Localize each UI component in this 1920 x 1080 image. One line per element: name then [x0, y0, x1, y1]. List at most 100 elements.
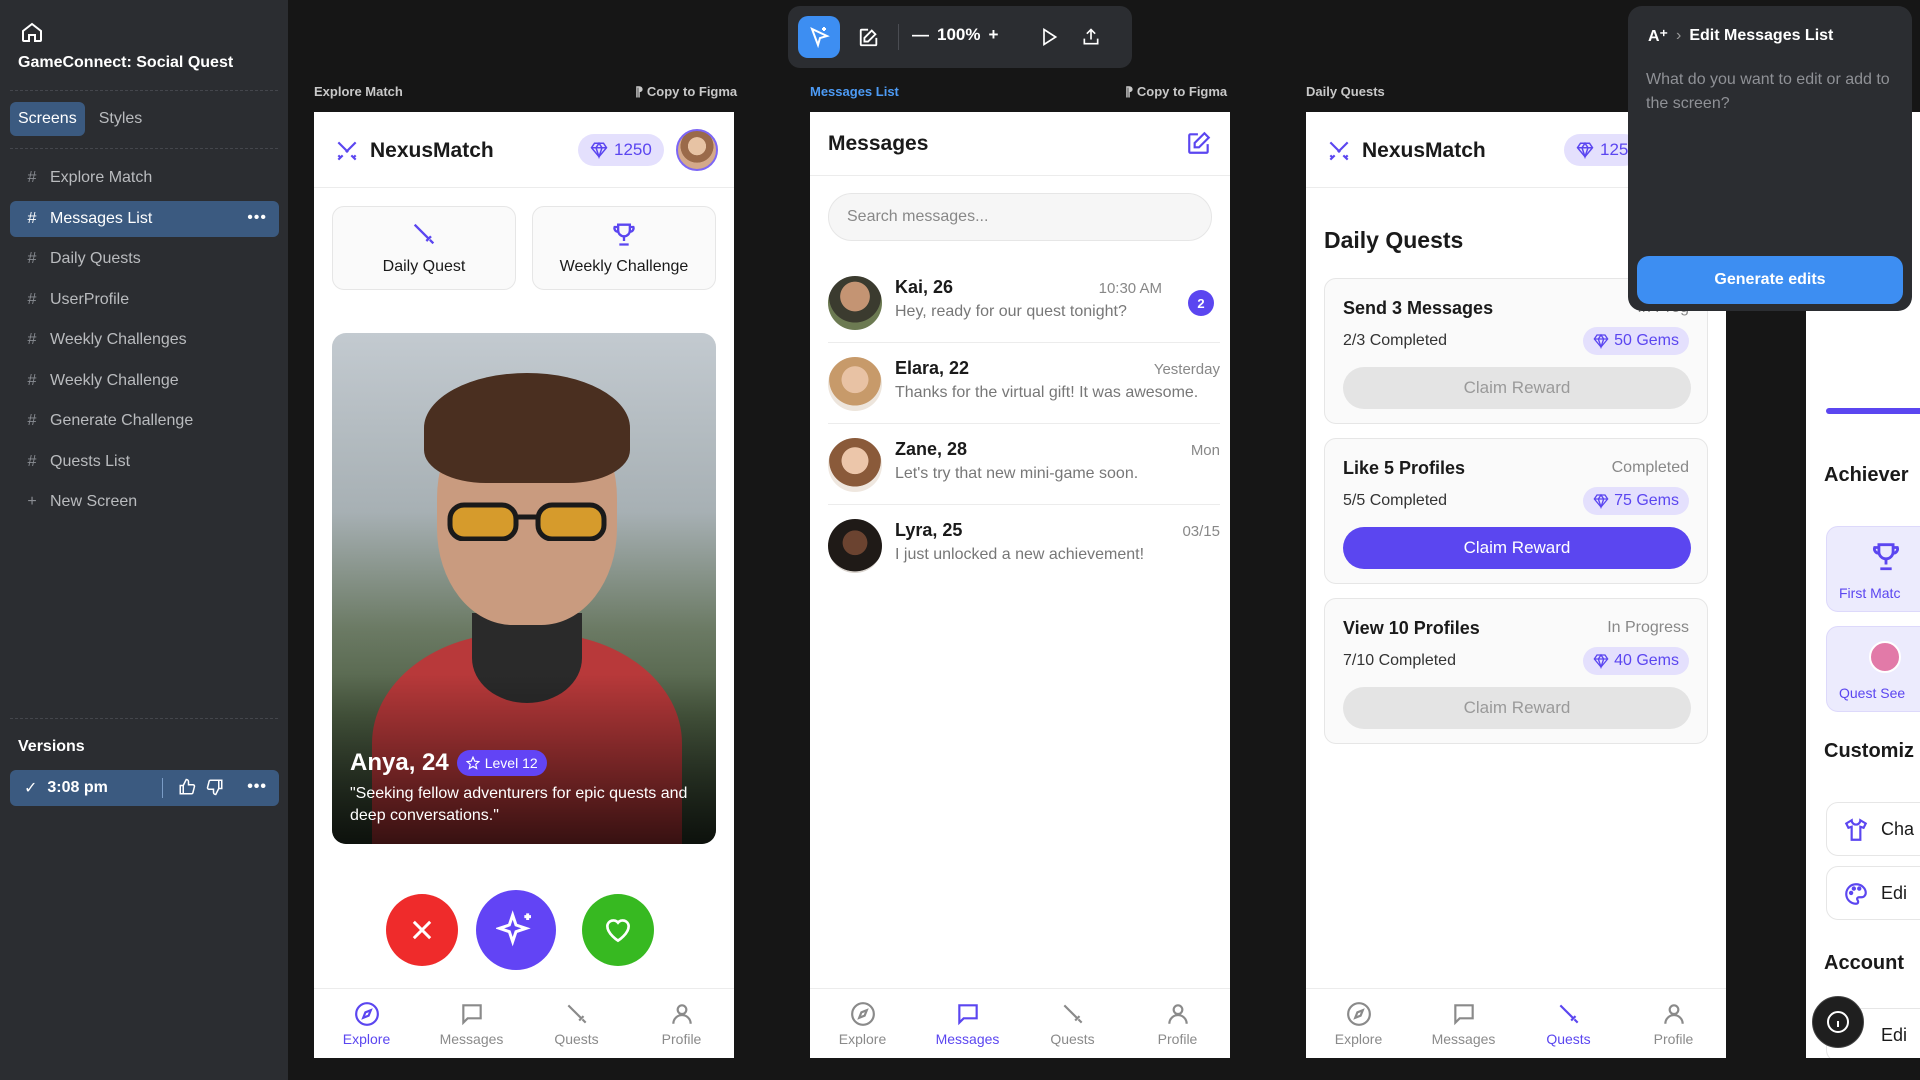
- crossed-swords-icon: [337, 141, 357, 161]
- customize-row[interactable]: Edi: [1826, 866, 1920, 920]
- screen-item-label: Weekly Challenges: [50, 331, 187, 348]
- daily-quest-button[interactable]: Daily Quest: [332, 206, 516, 290]
- versions-heading: Versions: [18, 738, 85, 755]
- generate-edits-button[interactable]: Generate edits: [1637, 256, 1903, 304]
- reward-label: 75 Gems: [1614, 492, 1679, 509]
- brand-name: NexusMatch: [1362, 139, 1486, 162]
- chat-time: 03/15: [1182, 523, 1220, 540]
- pass-button[interactable]: [386, 894, 458, 966]
- row-label: Edi: [1881, 1025, 1908, 1045]
- trophy-icon: [613, 223, 635, 246]
- zoom-out-icon[interactable]: —: [912, 25, 929, 45]
- screen-item-daily-quests[interactable]: # Daily Quests: [10, 241, 279, 277]
- claim-reward-button[interactable]: Claim Reward: [1343, 527, 1691, 569]
- chat-row[interactable]: Kai, 26 Hey, ready for our quest tonight…: [828, 262, 1220, 343]
- screen-item-weekly-challenges[interactable]: # Weekly Challenges: [10, 322, 279, 358]
- export-button[interactable]: [1070, 16, 1112, 58]
- frame-label-explore[interactable]: Explore Match: [314, 84, 403, 99]
- version-time: 3:08 pm: [47, 779, 108, 796]
- ai-select-button[interactable]: [798, 16, 840, 58]
- tab-messages[interactable]: Messages: [419, 989, 524, 1058]
- sword-icon: [567, 1004, 586, 1024]
- frame-label-quests[interactable]: Daily Quests: [1306, 84, 1385, 99]
- profile-name: Anya, 24: [350, 749, 449, 776]
- chat-name: Lyra, 25: [895, 520, 963, 540]
- copy-to-figma-button[interactable]: ⁋ Copy to Figma: [1125, 84, 1227, 100]
- edit-screen-button[interactable]: [848, 16, 890, 58]
- frame-icon: #: [27, 371, 37, 389]
- tab-messages[interactable]: Messages: [1411, 989, 1516, 1058]
- zoom-in-icon[interactable]: +: [988, 25, 998, 45]
- profile-bio: "Seeking fellow adventurers for epic que…: [350, 785, 688, 824]
- chat-row[interactable]: Elara, 22 Thanks for the virtual gift! I…: [828, 343, 1220, 424]
- quest-status: In Progress: [1607, 619, 1689, 636]
- customize-row[interactable]: Cha: [1826, 802, 1920, 856]
- weekly-challenge-button[interactable]: Weekly Challenge: [532, 206, 716, 290]
- super-like-button[interactable]: [476, 890, 556, 970]
- screen-item-userprofile[interactable]: # UserProfile: [10, 282, 279, 318]
- play-button[interactable]: [1028, 16, 1070, 58]
- tab-profile[interactable]: Profile: [1621, 989, 1726, 1058]
- claim-reward-button[interactable]: Claim Reward: [1343, 687, 1691, 729]
- chat-row[interactable]: Zane, 28 Let's try that new mini-game so…: [828, 424, 1220, 505]
- frame-icon: #: [27, 331, 37, 348]
- search-input[interactable]: [828, 193, 1212, 241]
- tab-quests[interactable]: Quests: [1020, 989, 1125, 1058]
- compass-icon: [1346, 1002, 1371, 1026]
- profile-card[interactable]: Anya, 24 Level 12 "Seeking fellow advent…: [332, 333, 716, 844]
- info-button[interactable]: [1812, 996, 1864, 1048]
- more-options-icon[interactable]: •••: [247, 778, 267, 796]
- chat-row[interactable]: Lyra, 25 I just unlocked a new achieveme…: [828, 505, 1220, 586]
- tab-screens[interactable]: Screens: [10, 102, 85, 136]
- tab-styles[interactable]: Styles: [91, 102, 151, 136]
- tab-quests[interactable]: Quests: [524, 989, 629, 1058]
- profile-name-row: Anya, 24 Level 12: [350, 749, 547, 777]
- copy-to-figma-button[interactable]: ⁋ Copy to Figma: [635, 84, 737, 100]
- screen-item-generate-challenge[interactable]: # Generate Challenge: [10, 403, 279, 439]
- gem-balance[interactable]: 1250: [578, 134, 664, 166]
- like-button[interactable]: [582, 894, 654, 966]
- quest-title: Send 3 Messages: [1343, 298, 1494, 318]
- tab-explore[interactable]: Explore: [810, 989, 915, 1058]
- tab-quests[interactable]: Quests: [1516, 989, 1621, 1058]
- avatar[interactable]: [676, 129, 718, 171]
- zoom-control: — 100% +: [912, 25, 998, 45]
- zoom-level: 100%: [937, 25, 981, 44]
- daily-quest-label: Daily Quest: [382, 258, 466, 275]
- new-screen-button[interactable]: + New Screen: [10, 484, 279, 520]
- check-icon: ✓: [24, 780, 38, 797]
- avatar: [828, 438, 882, 492]
- screen-item-explore-match[interactable]: # Explore Match: [10, 160, 279, 196]
- screen-item-messages-list[interactable]: # Messages List •••: [10, 200, 279, 237]
- brand: NexusMatch: [1326, 138, 1486, 164]
- screen-item-quests-list[interactable]: # Quests List: [10, 444, 279, 480]
- home-icon[interactable]: [20, 20, 44, 44]
- achievement-tile[interactable]: First Matc: [1826, 526, 1920, 612]
- bottom-tab-bar: Explore Messages Quests Profile: [1306, 988, 1726, 1058]
- chat-name: Kai, 26: [895, 277, 954, 297]
- achievement-tile[interactable]: Quest See: [1826, 626, 1920, 712]
- more-options-icon[interactable]: •••: [247, 209, 267, 227]
- divider: [162, 778, 163, 798]
- thumbs-up-icon[interactable]: [178, 778, 196, 796]
- divider: [10, 718, 278, 719]
- quest-title: Like 5 Profiles: [1343, 458, 1466, 478]
- tab-explore[interactable]: Explore: [1306, 989, 1411, 1058]
- tab-label: Profile: [1157, 1031, 1198, 1047]
- tab-explore[interactable]: Explore: [314, 989, 419, 1058]
- tab-profile[interactable]: Profile: [1125, 989, 1230, 1058]
- tab-messages[interactable]: Messages: [915, 989, 1020, 1058]
- gem-icon: [1593, 493, 1609, 509]
- edit-prompt-input[interactable]: [1646, 68, 1896, 248]
- chat-name: Elara, 22: [895, 358, 970, 378]
- claim-reward-button[interactable]: Claim Reward: [1343, 367, 1691, 409]
- version-item[interactable]: ✓ 3:08 pm •••: [10, 770, 279, 806]
- screen-item-weekly-challenge[interactable]: # Weekly Challenge: [10, 363, 279, 399]
- compose-icon[interactable]: [1186, 130, 1212, 156]
- screen-item-label: Daily Quests: [50, 250, 141, 267]
- chat-time: Mon: [1190, 442, 1220, 459]
- tab-profile[interactable]: Profile: [629, 989, 734, 1058]
- thumbs-down-icon[interactable]: [206, 778, 224, 796]
- frame-label-messages[interactable]: Messages List: [810, 84, 899, 99]
- compass-icon: [850, 1002, 875, 1026]
